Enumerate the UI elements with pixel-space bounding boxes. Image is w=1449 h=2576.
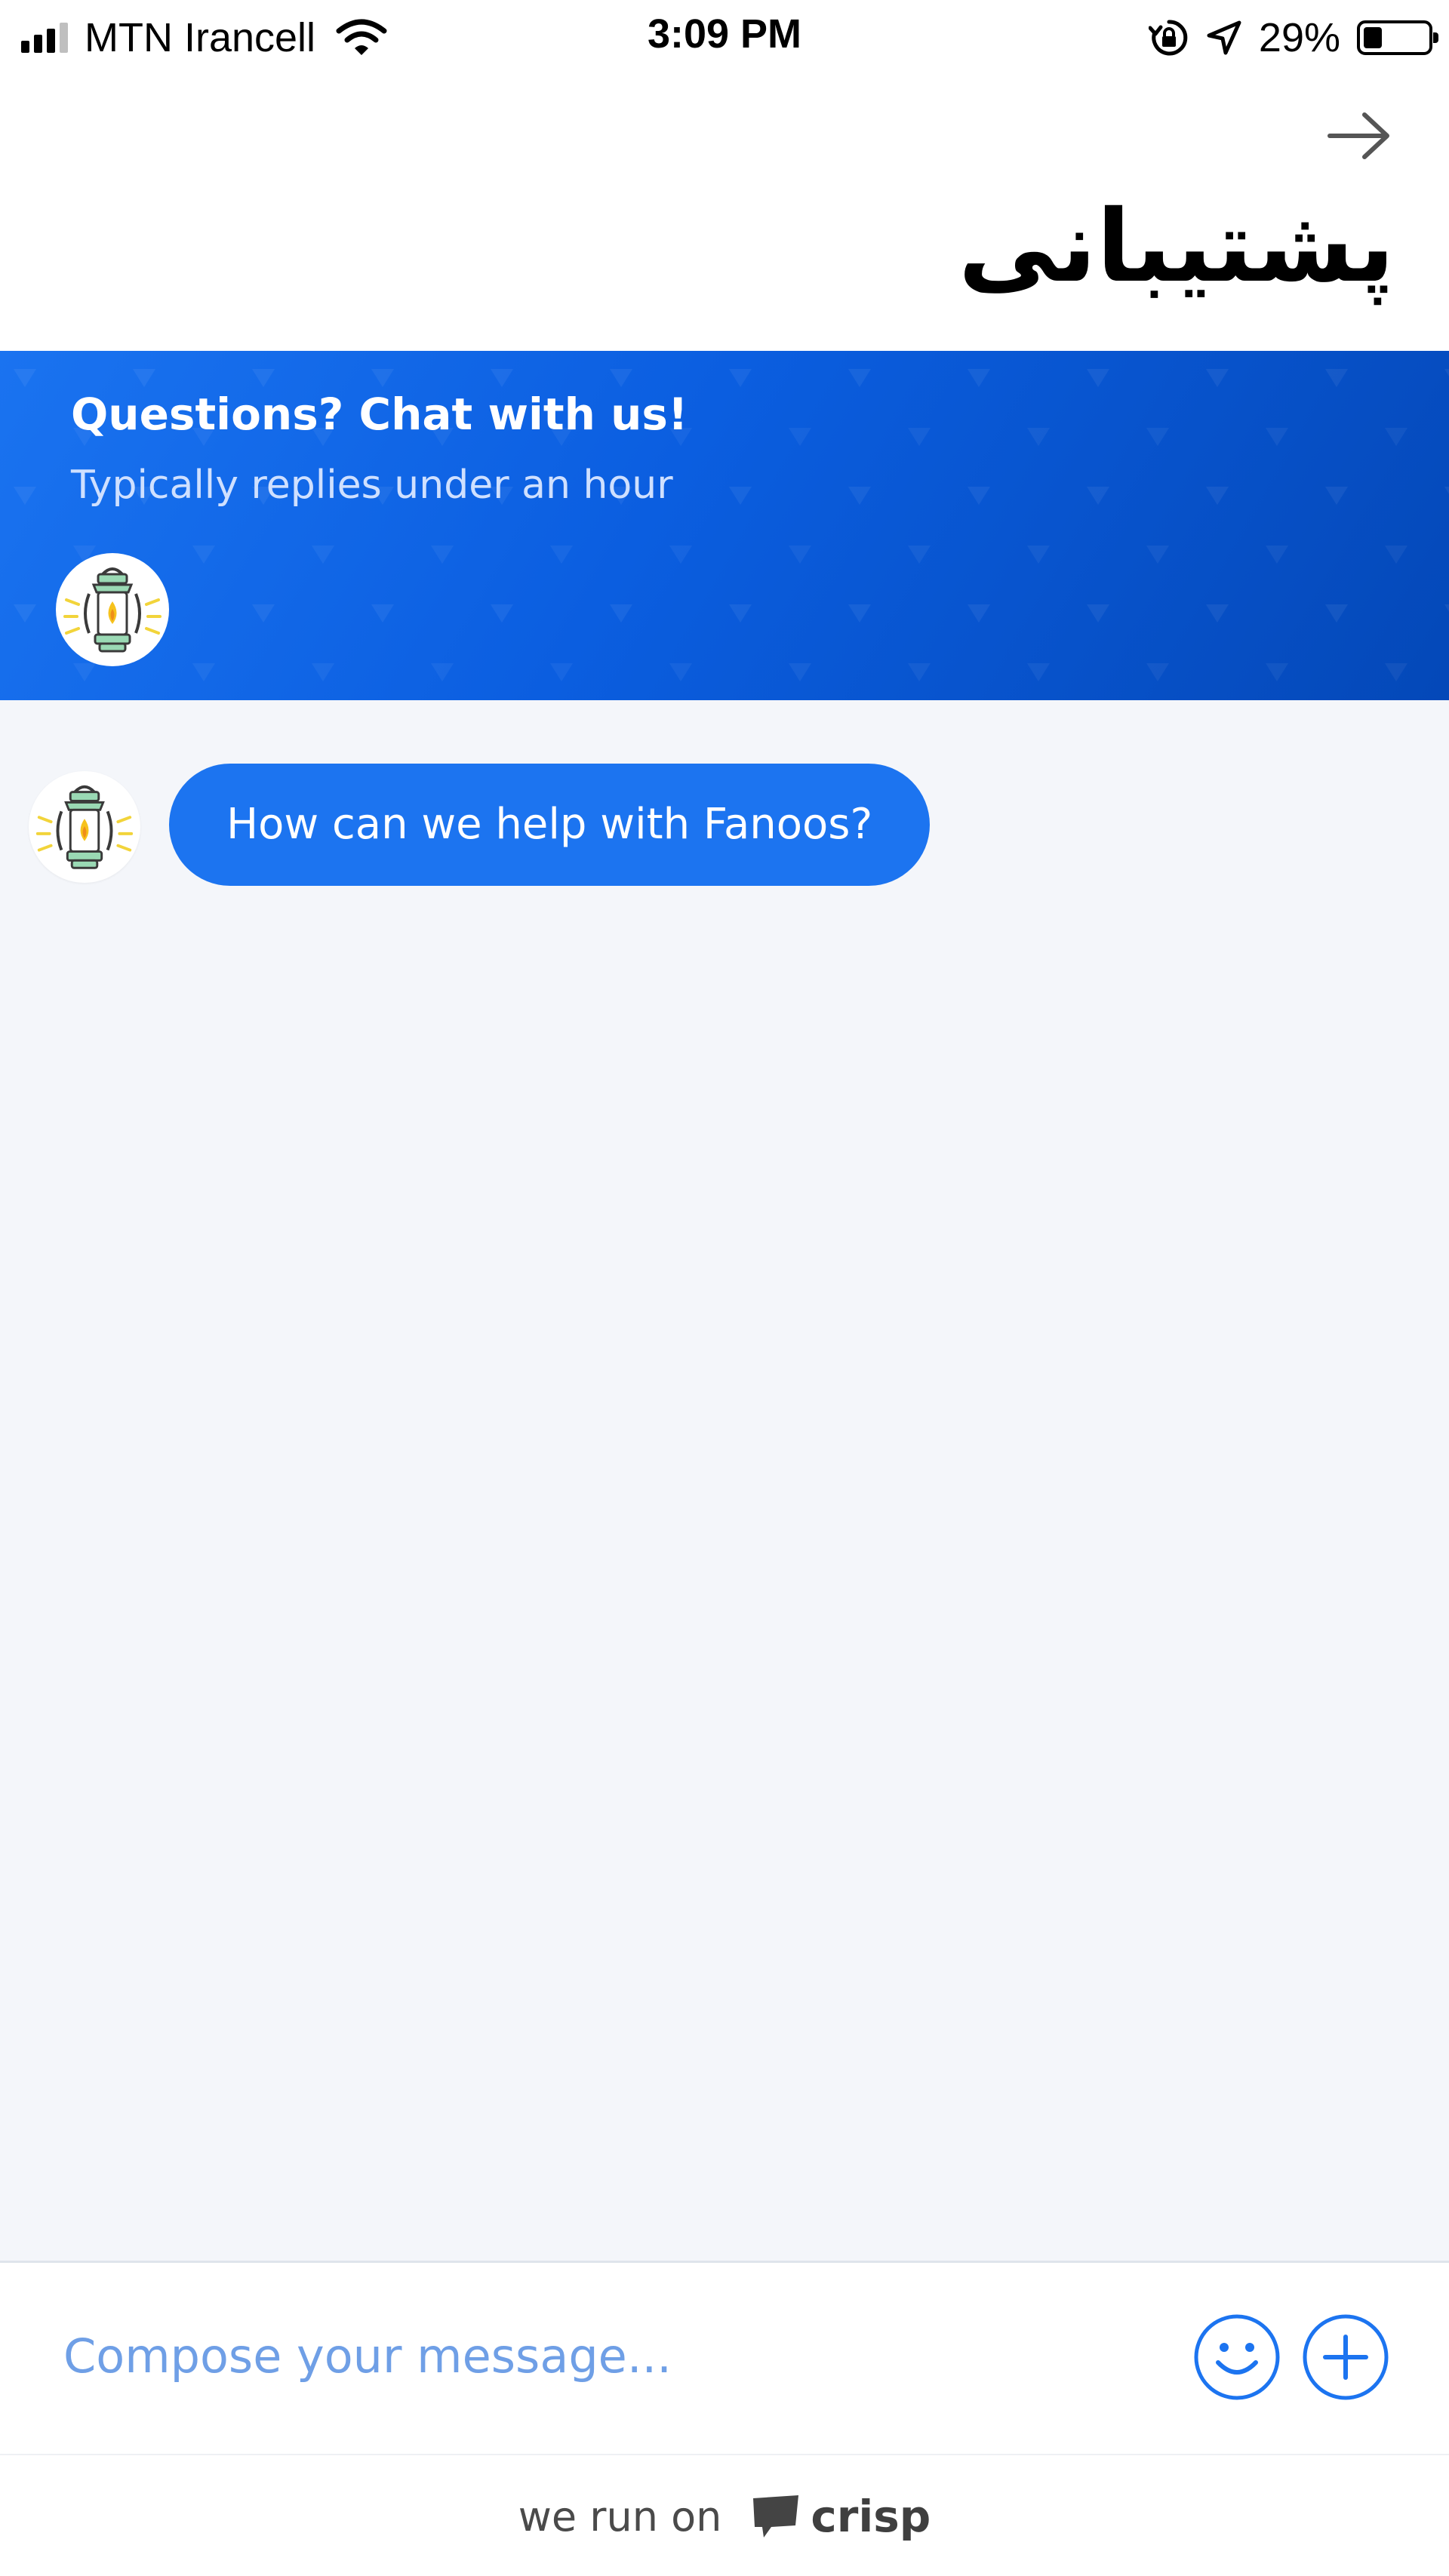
plus-circle-icon[interactable]	[1301, 2313, 1390, 2402]
battery-icon	[1357, 20, 1438, 55]
rotation-lock-icon	[1148, 20, 1188, 56]
banner-subtitle: Typically replies under an hour	[71, 463, 673, 508]
battery-nub	[1433, 32, 1438, 43]
operator-avatar	[56, 553, 169, 666]
arrow-right-icon[interactable]	[1321, 106, 1396, 166]
footer-text: we run on	[518, 2492, 722, 2541]
message-bubble: How can we help with Fanoos?	[169, 764, 931, 886]
location-icon	[1207, 20, 1241, 55]
message-avatar	[29, 771, 140, 883]
compose-bar	[0, 2261, 1449, 2454]
status-right: 29%	[1148, 14, 1438, 62]
header: پشتیبانی	[0, 75, 1449, 351]
lantern-icon	[63, 567, 162, 653]
lantern-icon	[35, 785, 134, 869]
status-bar: MTN Irancell 3:09 PM 29%	[0, 0, 1449, 75]
chat-banner: Questions? Chat with us! Typically repli…	[0, 351, 1449, 700]
battery-fill	[1364, 27, 1382, 48]
chat-area[interactable]: How can we help with Fanoos?	[0, 700, 1449, 2261]
banner-title: Questions? Chat with us!	[71, 389, 688, 440]
footer: we run on crisp	[0, 2454, 1449, 2576]
footer-branding[interactable]: we run on crisp	[0, 2455, 1449, 2576]
compose-input[interactable]	[63, 2307, 1105, 2405]
crisp-chat-icon	[753, 2495, 799, 2538]
page-title: پشتیبانی	[958, 189, 1395, 305]
smiley-icon[interactable]	[1192, 2313, 1281, 2402]
crisp-brand: crisp	[811, 2491, 931, 2542]
battery-percentage: 29%	[1258, 15, 1340, 60]
